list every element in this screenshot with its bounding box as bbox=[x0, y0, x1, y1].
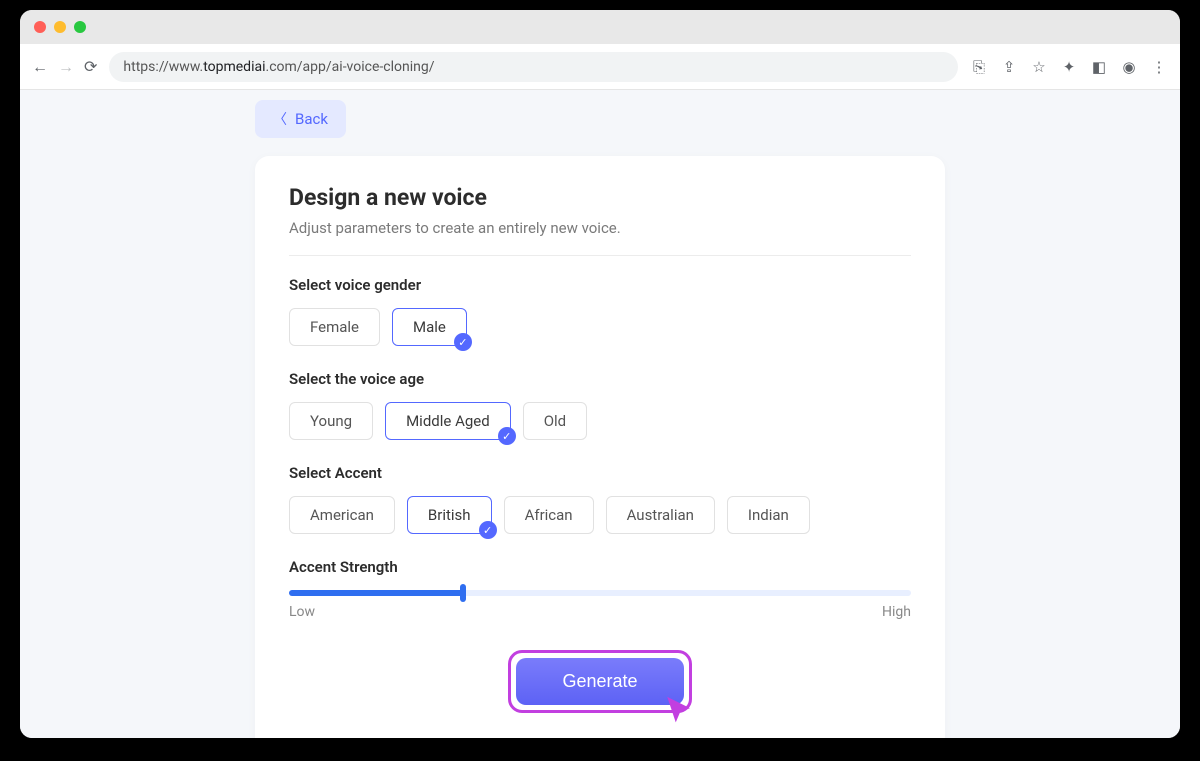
generate-highlight: Generate bbox=[508, 650, 691, 713]
page-subtitle: Adjust parameters to create an entirely … bbox=[289, 219, 911, 237]
chip-label: Old bbox=[544, 412, 566, 430]
page-viewport: 〈 Back Design a new voice Adjust paramet… bbox=[20, 90, 1180, 738]
browser-toolbar: ← → ⟳ https://www.topmediai.com/app/ai-v… bbox=[20, 44, 1180, 90]
divider bbox=[289, 255, 911, 256]
age-option-old[interactable]: Old✓ bbox=[523, 402, 587, 440]
cursor-pointer-icon bbox=[663, 694, 697, 728]
extensions-icon[interactable]: ✦ bbox=[1060, 58, 1078, 76]
slider-low-label: Low bbox=[289, 604, 315, 620]
age-section-label: Select the voice age bbox=[289, 370, 911, 388]
chevron-left-icon: 〈 bbox=[273, 109, 287, 129]
accent-option-australian[interactable]: Australian✓ bbox=[606, 496, 715, 534]
chip-label: Female bbox=[310, 318, 359, 336]
profile-icon[interactable]: ◉ bbox=[1120, 58, 1138, 76]
nav-reload-icon[interactable]: ⟳ bbox=[84, 57, 97, 76]
url-prefix: https://www. bbox=[123, 59, 203, 75]
check-icon: ✓ bbox=[479, 521, 497, 539]
chip-label: Male bbox=[413, 318, 446, 336]
age-chip-row: Young✓ Middle Aged✓ Old✓ bbox=[289, 402, 911, 440]
url-suffix: .com/app/ai-voice-cloning/ bbox=[266, 59, 435, 75]
chip-label: American bbox=[310, 506, 374, 524]
accent-option-british[interactable]: British✓ bbox=[407, 496, 492, 534]
slider-high-label: High bbox=[882, 604, 911, 620]
accent-option-american[interactable]: American✓ bbox=[289, 496, 395, 534]
generate-button[interactable]: Generate bbox=[516, 658, 683, 705]
window-close-button[interactable] bbox=[34, 21, 46, 33]
chip-label: African bbox=[525, 506, 573, 524]
address-bar[interactable]: https://www.topmediai.com/app/ai-voice-c… bbox=[109, 52, 958, 82]
gender-chip-row: Female✓ Male✓ bbox=[289, 308, 911, 346]
back-button-label: Back bbox=[295, 110, 328, 128]
chip-label: Indian bbox=[748, 506, 789, 524]
accent-strength-slider[interactable]: Low High bbox=[289, 590, 911, 620]
bookmark-icon[interactable]: ☆ bbox=[1030, 58, 1048, 76]
slider-fill bbox=[289, 590, 463, 596]
browser-window: ← → ⟳ https://www.topmediai.com/app/ai-v… bbox=[20, 10, 1180, 738]
install-app-icon[interactable]: ⎘ bbox=[970, 58, 988, 76]
check-icon: ✓ bbox=[498, 427, 516, 445]
chip-label: Australian bbox=[627, 506, 694, 524]
nav-back-icon[interactable]: ← bbox=[32, 57, 48, 77]
gender-section-label: Select voice gender bbox=[289, 276, 911, 294]
chip-label: Middle Aged bbox=[406, 412, 490, 430]
accent-chip-row: American✓ British✓ African✓ Australian✓ Indi… bbox=[289, 496, 911, 534]
strength-section-label: Accent Strength bbox=[289, 558, 911, 576]
check-icon: ✓ bbox=[454, 333, 472, 351]
gender-option-male[interactable]: Male✓ bbox=[392, 308, 467, 346]
chip-label: Young bbox=[310, 412, 352, 430]
age-option-young[interactable]: Young✓ bbox=[289, 402, 373, 440]
age-option-middle-aged[interactable]: Middle Aged✓ bbox=[385, 402, 511, 440]
sidepanel-icon[interactable]: ◧ bbox=[1090, 58, 1108, 76]
accent-option-indian[interactable]: Indian✓ bbox=[727, 496, 810, 534]
accent-section-label: Select Accent bbox=[289, 464, 911, 482]
back-button[interactable]: 〈 Back bbox=[255, 100, 346, 138]
menu-icon[interactable]: ⋮ bbox=[1150, 58, 1168, 76]
chip-label: British bbox=[428, 506, 471, 524]
page-title: Design a new voice bbox=[289, 184, 911, 211]
window-maximize-button[interactable] bbox=[74, 21, 86, 33]
url-domain: topmediai bbox=[203, 59, 265, 75]
slider-thumb[interactable] bbox=[460, 584, 466, 602]
nav-forward-icon[interactable]: → bbox=[58, 57, 74, 77]
window-minimize-button[interactable] bbox=[54, 21, 66, 33]
accent-option-african[interactable]: African✓ bbox=[504, 496, 594, 534]
voice-design-card: Design a new voice Adjust parameters to … bbox=[255, 156, 945, 738]
share-icon[interactable]: ⇪ bbox=[1000, 58, 1018, 76]
gender-option-female[interactable]: Female✓ bbox=[289, 308, 380, 346]
window-titlebar bbox=[20, 10, 1180, 44]
